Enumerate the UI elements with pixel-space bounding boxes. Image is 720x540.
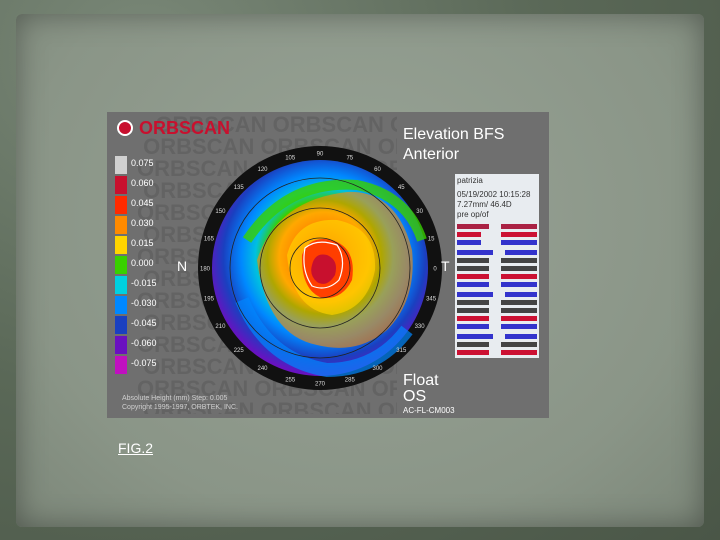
scale-label: 0.030 — [131, 218, 154, 228]
info-line — [457, 342, 537, 347]
figure-caption-link[interactable]: FIG.2 — [118, 440, 153, 456]
scale-swatch — [115, 316, 127, 334]
scale-row: 0.060 — [115, 176, 157, 194]
degree-label: 120 — [257, 167, 268, 173]
info-line — [457, 324, 537, 329]
scale-swatch — [115, 336, 127, 354]
degree-label: 75 — [346, 155, 353, 161]
nasal-label: N — [177, 258, 188, 274]
scale-label: 0.015 — [131, 238, 154, 248]
degree-label: 345 — [426, 296, 437, 302]
degree-label: 135 — [234, 185, 245, 191]
degree-label: 300 — [372, 366, 383, 372]
info-line — [457, 350, 537, 355]
footer-copyright: Copyright 1995-1997, ORBTEK, INC. — [122, 404, 238, 411]
degree-label: 60 — [374, 167, 381, 173]
info-line — [457, 258, 537, 263]
scale-row: -0.015 — [115, 276, 157, 294]
scale-row: 0.015 — [115, 236, 157, 254]
scale-swatch — [115, 296, 127, 314]
scale-row: -0.045 — [115, 316, 157, 334]
scale-row: 0.000 — [115, 256, 157, 274]
degree-label: 225 — [234, 348, 245, 354]
degree-label: 180 — [200, 267, 211, 273]
scale-label: -0.060 — [131, 338, 157, 348]
info-line — [457, 334, 537, 339]
patient-info-panel: patrizia 05/19/2002 10:15:28 7.27mm/ 46.… — [455, 174, 539, 358]
scale-label: 0.000 — [131, 258, 154, 268]
degree-label: 150 — [215, 209, 226, 215]
degree-label: 15 — [428, 237, 435, 243]
degree-label: 30 — [416, 209, 423, 215]
info-line — [457, 274, 537, 279]
scale-swatch — [115, 256, 127, 274]
scale-swatch — [115, 236, 127, 254]
degree-label: 90 — [317, 152, 324, 158]
degree-label: 285 — [345, 378, 356, 384]
scale-row: 0.045 — [115, 196, 157, 214]
info-line — [457, 292, 537, 297]
scale-label: -0.030 — [131, 298, 157, 308]
info-line — [457, 232, 537, 237]
scale-label: -0.015 — [131, 278, 157, 288]
patient-name: patrizia — [457, 176, 483, 185]
exam-status: pre op/of — [457, 210, 489, 219]
orbscan-figure: ORBSCAN ORBSCAN ORBSCAN ORBSCAN ORBSCAN … — [107, 112, 549, 418]
slide-background: ORBSCAN ORBSCAN ORBSCAN ORBSCAN ORBSCAN … — [0, 0, 720, 540]
degree-label: 330 — [415, 324, 426, 330]
info-line — [457, 308, 537, 313]
info-line — [457, 250, 537, 255]
footer-step: Absolute Height (mm) Step: 0.005 — [122, 395, 228, 402]
info-line — [457, 240, 537, 245]
degree-label: 210 — [215, 324, 226, 330]
scale-label: -0.045 — [131, 318, 157, 328]
logo-text: ORBSCAN — [139, 118, 231, 138]
temporal-label: T — [441, 258, 450, 274]
bottom-line-2: OS — [403, 388, 427, 405]
logo-icon — [117, 120, 133, 136]
color-scale: 0.075 0.060 0.045 0.030 0.015 0.000 -0.015 -0.0… — [115, 156, 157, 386]
scale-swatch — [115, 216, 127, 234]
exam-date: 05/19/2002 10:15:28 — [457, 190, 531, 199]
scale-label: 0.045 — [131, 198, 154, 208]
scale-swatch — [115, 356, 127, 374]
degree-label: 240 — [257, 366, 268, 372]
scale-row: -0.060 — [115, 336, 157, 354]
scale-row: 0.030 — [115, 216, 157, 234]
scale-swatch — [115, 196, 127, 214]
scale-swatch — [115, 156, 127, 174]
scale-row: -0.030 — [115, 296, 157, 314]
scale-row: 0.075 — [115, 156, 157, 174]
info-line — [457, 224, 537, 229]
info-line — [457, 266, 537, 271]
title-line-1: Elevation BFS — [403, 126, 505, 143]
degree-label: 270 — [315, 382, 326, 388]
degree-label: 45 — [398, 185, 405, 191]
scale-swatch — [115, 176, 127, 194]
scale-label: 0.060 — [131, 178, 154, 188]
topography-map: 120 105 90 75 60 135 150 165 180 195 210 225 240 255 2… — [198, 146, 442, 390]
degree-label: 195 — [204, 296, 215, 302]
scale-row: -0.075 — [115, 356, 157, 374]
scale-label: 0.075 — [131, 158, 154, 168]
figure-footer: Absolute Height (mm) Step: 0.005 Copyrig… — [122, 394, 238, 412]
degree-label: 165 — [204, 237, 215, 243]
scale-label: -0.075 — [131, 358, 157, 368]
degree-label: 255 — [285, 378, 296, 384]
degree-label: 315 — [396, 348, 407, 354]
info-line — [457, 300, 537, 305]
bottom-code: AC-FL-CM003 — [403, 406, 455, 415]
info-line — [457, 282, 537, 287]
info-line — [457, 316, 537, 321]
scale-swatch — [115, 276, 127, 294]
title-line-2: Anterior — [403, 146, 460, 163]
bfs-radius: 7.27mm/ 46.4D — [457, 200, 512, 209]
degree-label: 105 — [285, 155, 296, 161]
